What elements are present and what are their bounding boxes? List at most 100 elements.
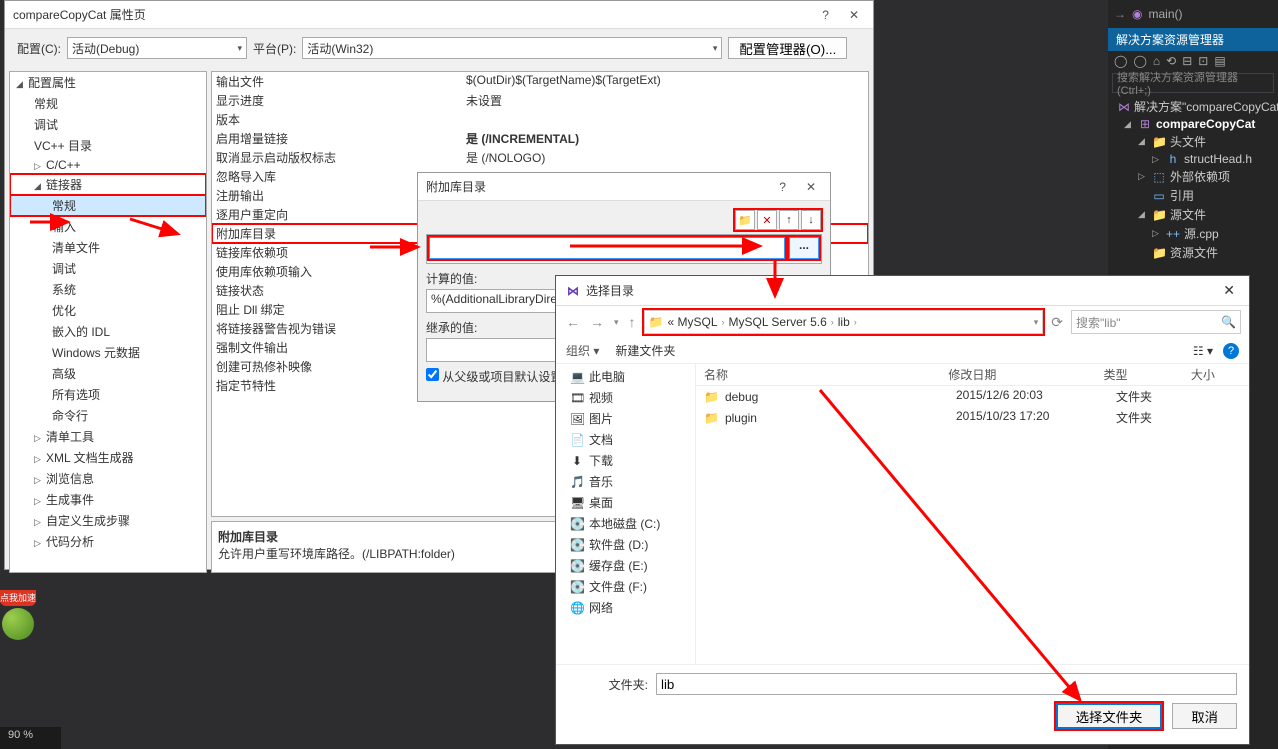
close-icon[interactable]: ✕ [843,6,865,24]
vs-icon: ⋈ [564,284,582,298]
tree-browse[interactable]: ▷浏览信息 [10,468,206,489]
grid-row[interactable]: 版本 [212,110,868,129]
tree-linker-winmd[interactable]: Windows 元数据 [10,342,206,363]
home-icon[interactable]: ⌂ [1153,54,1160,68]
folder-icon: 📁 [704,411,719,425]
tree-build-events[interactable]: ▷生成事件 [10,489,206,510]
tree-xml[interactable]: ▷XML 文档生成器 [10,447,206,468]
col-date[interactable]: 修改日期 [948,366,1103,383]
tree-linker-cmd[interactable]: 命令行 [10,405,206,426]
tree-manifest-tool[interactable]: ▷清单工具 [10,426,206,447]
col-name[interactable]: 名称 [696,366,948,383]
grid-row[interactable]: 显示进度未设置 [212,91,868,110]
file-row[interactable]: 📁debug2015/12/6 20:03文件夹 [696,386,1249,407]
props-icon[interactable]: ▤ [1214,54,1225,68]
nav-up-icon[interactable]: ↑ [627,314,638,330]
view-icon[interactable]: ☷ ▾ [1193,344,1213,358]
place-item[interactable]: 🖼图片 [556,408,695,429]
tree-code-analysis[interactable]: ▷代码分析 [10,531,206,552]
help-icon[interactable]: ? [773,178,792,196]
close-icon[interactable]: ✕ [800,178,822,196]
tree-linker-system[interactable]: 系统 [10,279,206,300]
file-list[interactable]: 名称 修改日期 类型 大小 📁debug2015/12/6 20:03文件夹📁p… [696,364,1249,664]
refresh-icon[interactable]: ⟲ [1166,54,1176,68]
place-item[interactable]: 💽缓存盘 (E:) [556,555,695,576]
tree-linker-optim[interactable]: 优化 [10,300,206,321]
col-size[interactable]: 大小 [1191,366,1249,383]
tree-ccpp[interactable]: ▷C/C++ [10,156,206,174]
tree-linker-adv[interactable]: 高级 [10,363,206,384]
place-item[interactable]: 📄文档 [556,429,695,450]
file-row[interactable]: 📁plugin2015/10/23 17:20文件夹 [696,407,1249,428]
place-item[interactable]: 🌐网络 [556,597,695,618]
tree-debug[interactable]: 调试 [10,114,206,135]
properties-tree[interactable]: ◢配置属性 常规 调试 VC++ 目录 ▷C/C++ ◢链接器 常规 输入 清单… [9,71,207,573]
place-item[interactable]: 💽软件盘 (D:) [556,534,695,555]
nav-back-icon[interactable]: ← [564,314,582,330]
select-folder-button[interactable]: 选择文件夹 [1056,703,1163,729]
platform-combo[interactable]: 活动(Win32)▾ [302,37,722,59]
select-folder-title: 选择目录 [586,282,1217,299]
tree-linker-general[interactable]: 常规 [10,195,206,216]
help-icon[interactable]: ? [816,6,835,24]
grid-row[interactable]: 输出文件$(OutDir)$(TargetName)$(TargetExt) [212,72,868,91]
place-item[interactable]: 💻此电脑 [556,366,695,387]
libdir-edit[interactable] [429,237,785,259]
place-item[interactable]: 💽本地磁盘 (C:) [556,513,695,534]
tree-root[interactable]: ◢配置属性 [10,72,206,93]
nav-recent-icon[interactable]: ▾ [612,317,621,328]
show-icon[interactable]: ⊡ [1198,54,1208,68]
tree-linker-debug[interactable]: 调试 [10,258,206,279]
solution-search[interactable]: 搜索解决方案资源管理器(Ctrl+;) [1112,73,1274,93]
new-folder-button[interactable]: 新建文件夹 [615,342,675,359]
refresh-icon[interactable]: ⟳ [1049,314,1065,331]
delete-icon[interactable]: ✕ [757,210,777,230]
tree-linker-manifest[interactable]: 清单文件 [10,237,206,258]
place-item[interactable]: ⬇下载 [556,450,695,471]
grid-row[interactable]: 取消显示启动版权标志是 (/NOLOGO) [212,148,868,167]
place-icon: 💽 [570,580,584,594]
places-list[interactable]: 💻此电脑🎞视频🖼图片📄文档⬇下载🎵音乐🖥桌面💽本地磁盘 (C:)💽软件盘 (D:… [556,364,696,664]
help-icon[interactable]: ? [1223,343,1239,359]
move-up-icon[interactable]: ↑ [779,210,799,230]
organize-dropdown[interactable]: 组织 ▾ [566,342,599,359]
search-input[interactable]: 搜索"lib"🔍 [1071,310,1241,334]
breadcrumb[interactable]: 📁 « MySQL› MySQL Server 5.6› lib› ▾ [644,310,1044,334]
folder-field[interactable] [656,673,1237,695]
tree-linker-idl[interactable]: 嵌入的 IDL [10,321,206,342]
browse-button[interactable]: ... [789,237,819,259]
libdir-list[interactable]: ... [426,234,822,264]
libdir-title: 附加库目录 [426,178,773,195]
move-down-icon[interactable]: ↓ [801,210,821,230]
new-folder-icon[interactable]: 📁 [735,210,755,230]
tree-general[interactable]: 常规 [10,93,206,114]
tree-linker-input[interactable]: 输入 [10,216,206,237]
watermark-badge: 点我加速 [0,590,40,650]
collapse-icon[interactable]: ⊟ [1182,54,1192,68]
inherit-checkbox[interactable] [426,368,439,381]
folder-icon: 📁 [1152,208,1166,222]
close-icon[interactable]: ✕ [1217,282,1241,299]
zoom-level[interactable]: 90 % [8,729,33,741]
tree-custom-build[interactable]: ▷自定义生成步骤 [10,510,206,531]
tree-linker-all[interactable]: 所有选项 [10,384,206,405]
back-icon[interactable]: ◯ [1114,54,1127,68]
solution-tree[interactable]: ⋈解决方案"compareCopyCat" ◢⊞compareCopyCat ◢… [1108,95,1278,264]
method-icon: ◉ [1132,7,1142,21]
place-icon: 🌐 [570,601,584,615]
cancel-button[interactable]: 取消 [1172,703,1237,729]
tree-linker[interactable]: ◢链接器 [10,174,206,195]
fwd-icon[interactable]: ◯ [1133,54,1146,68]
config-combo[interactable]: 活动(Debug)▾ [67,37,247,59]
place-icon: 🎵 [570,475,584,489]
grid-row[interactable]: 启用增量链接是 (/INCREMENTAL) [212,129,868,148]
tree-vcdirs[interactable]: VC++ 目录 [10,135,206,156]
col-type[interactable]: 类型 [1104,366,1191,383]
place-item[interactable]: 💽文件盘 (F:) [556,576,695,597]
place-item[interactable]: 🎞视频 [556,387,695,408]
platform-label: 平台(P): [253,40,296,57]
place-item[interactable]: 🎵音乐 [556,471,695,492]
nav-fwd-icon[interactable]: → [588,314,606,330]
place-item[interactable]: 🖥桌面 [556,492,695,513]
config-manager-button[interactable]: 配置管理器(O)... [728,37,847,59]
